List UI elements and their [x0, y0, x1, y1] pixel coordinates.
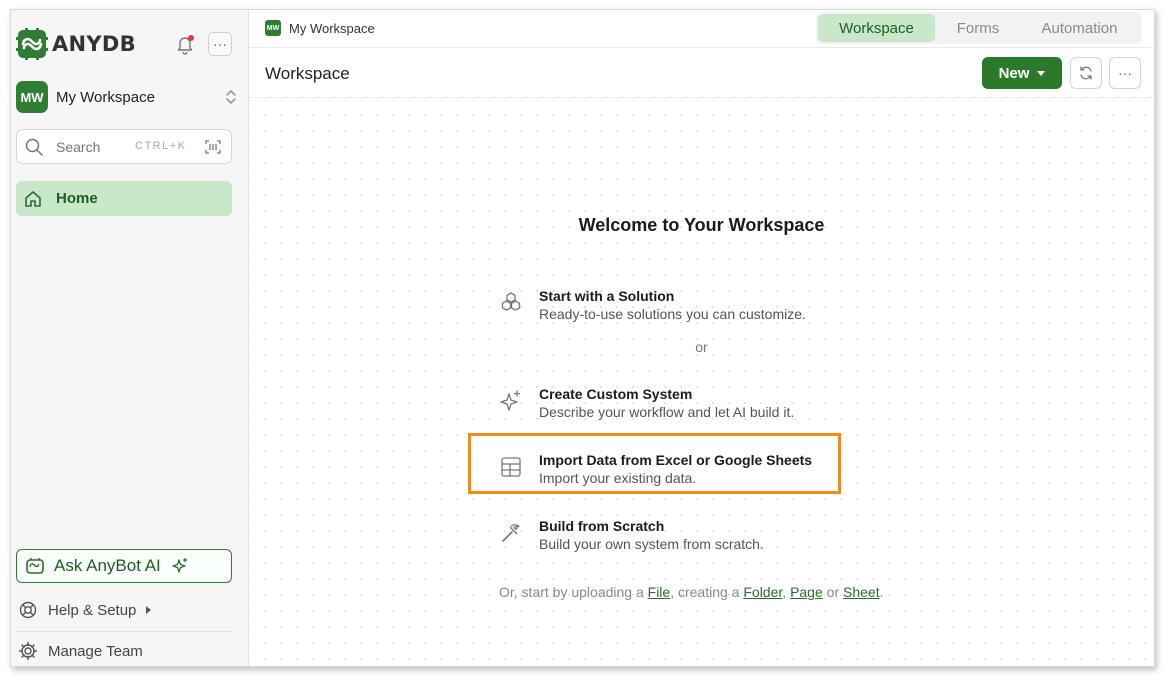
- title-bar: Workspace New ···: [249, 48, 1154, 98]
- caret-down-icon: [1037, 70, 1046, 76]
- breadcrumb-avatar: MW: [265, 20, 281, 36]
- folder-link[interactable]: Folder: [743, 584, 782, 600]
- option-build-scratch[interactable]: Build from Scratch Build your own system…: [499, 518, 764, 552]
- tab-forms[interactable]: Forms: [935, 14, 1021, 42]
- option-description: Describe your workflow and let AI build …: [539, 404, 795, 420]
- workspace-canvas: Welcome to Your Workspace Start with a S…: [249, 99, 1154, 666]
- upload-hint-end: .: [879, 584, 884, 600]
- option-start-solution[interactable]: Start with a Solution Ready-to-use solut…: [499, 288, 806, 322]
- anydb-logo-icon: [16, 28, 48, 60]
- top-bar: MW My Workspace Workspace Forms Automati…: [249, 10, 1154, 48]
- or-separator: or: [695, 339, 708, 355]
- lifebuoy-icon: [19, 601, 37, 619]
- page-title: Workspace: [265, 64, 350, 83]
- home-icon: [25, 190, 41, 207]
- more-horizontal-icon: ···: [213, 36, 227, 52]
- sheet-link[interactable]: Sheet: [843, 584, 880, 600]
- brand-name: ANYDB: [52, 32, 136, 56]
- option-description: Import your existing data.: [539, 470, 697, 486]
- option-description: Build your own system from scratch.: [539, 536, 764, 552]
- refresh-icon: [1080, 66, 1092, 80]
- new-button-label: New: [998, 64, 1030, 82]
- table-icon: [501, 457, 521, 477]
- help-setup-label: Help & Setup: [48, 601, 137, 619]
- cubes-icon: [501, 292, 521, 311]
- view-tabs: Workspace Forms Automation: [816, 12, 1142, 44]
- chevron-up-down-icon: [226, 90, 236, 104]
- upload-hint-prefix: Or, start by uploading a: [499, 584, 648, 600]
- upload-hint-mid: , creating a: [670, 584, 744, 600]
- sparkle-icon: [172, 558, 187, 573]
- help-setup-item[interactable]: Help & Setup: [18, 600, 152, 620]
- manage-team-item[interactable]: Manage Team: [18, 641, 143, 661]
- ask-anybot-label: Ask AnyBot AI: [54, 556, 161, 575]
- ask-anybot-button[interactable]: Ask AnyBot AI: [16, 549, 232, 583]
- option-title: Import Data from Excel or Google Sheets: [539, 452, 813, 468]
- page-link[interactable]: Page: [790, 584, 823, 600]
- upload-hint-or: or: [822, 584, 843, 600]
- sparkle-icon: [500, 390, 521, 411]
- sidebar-item-home[interactable]: Home: [16, 181, 232, 216]
- workspace-avatar: MW: [16, 81, 48, 113]
- app-window: ANYDB ··· MW My Workspace Search CTRL+K: [10, 9, 1155, 667]
- notification-dot: [188, 35, 194, 41]
- option-title: Start with a Solution: [539, 288, 675, 304]
- workspace-switcher[interactable]: MW My Workspace: [16, 81, 238, 113]
- page-more-button[interactable]: ···: [1109, 57, 1141, 89]
- breadcrumb-label: My Workspace: [289, 20, 375, 36]
- search-input[interactable]: Search CTRL+K: [16, 129, 232, 164]
- refresh-button[interactable]: [1070, 57, 1102, 89]
- more-horizontal-icon: ···: [1118, 65, 1132, 81]
- brand[interactable]: ANYDB: [16, 28, 136, 60]
- option-description: Ready-to-use solutions you can customize…: [539, 306, 806, 322]
- sidebar-more-button[interactable]: ···: [208, 32, 232, 56]
- manage-team-label: Manage Team: [48, 642, 143, 660]
- search-icon: [25, 138, 43, 156]
- workspace-name: My Workspace: [56, 88, 155, 106]
- sidebar: ANYDB ··· MW My Workspace Search CTRL+K: [11, 10, 249, 666]
- sidebar-item-label: Home: [56, 190, 98, 207]
- tools-icon: [502, 524, 520, 542]
- search-shortcut: CTRL+K: [135, 140, 187, 152]
- option-title: Build from Scratch: [539, 518, 665, 534]
- caret-right-icon: [146, 606, 152, 614]
- main-area: MW My Workspace Workspace Forms Automati…: [249, 10, 1154, 666]
- gear-icon: [18, 641, 38, 661]
- anybot-icon: [26, 558, 44, 574]
- option-title: Create Custom System: [539, 386, 693, 402]
- new-button[interactable]: New: [982, 57, 1062, 89]
- search-placeholder: Search: [56, 138, 101, 155]
- file-link[interactable]: File: [648, 584, 671, 600]
- scan-icon[interactable]: [205, 139, 221, 155]
- tab-workspace[interactable]: Workspace: [818, 14, 935, 42]
- upload-hint-comma: ,: [782, 584, 791, 600]
- welcome-heading: Welcome to Your Workspace: [578, 215, 825, 235]
- option-custom-system[interactable]: Create Custom System Describe your workf…: [499, 386, 794, 420]
- breadcrumb[interactable]: MW My Workspace: [265, 20, 375, 36]
- upload-hint: Or, start by uploading a File, creating …: [499, 584, 883, 600]
- option-import-data[interactable]: Import Data from Excel or Google Sheets …: [499, 452, 812, 486]
- tab-automation[interactable]: Automation: [1021, 14, 1138, 42]
- divider: [16, 631, 232, 632]
